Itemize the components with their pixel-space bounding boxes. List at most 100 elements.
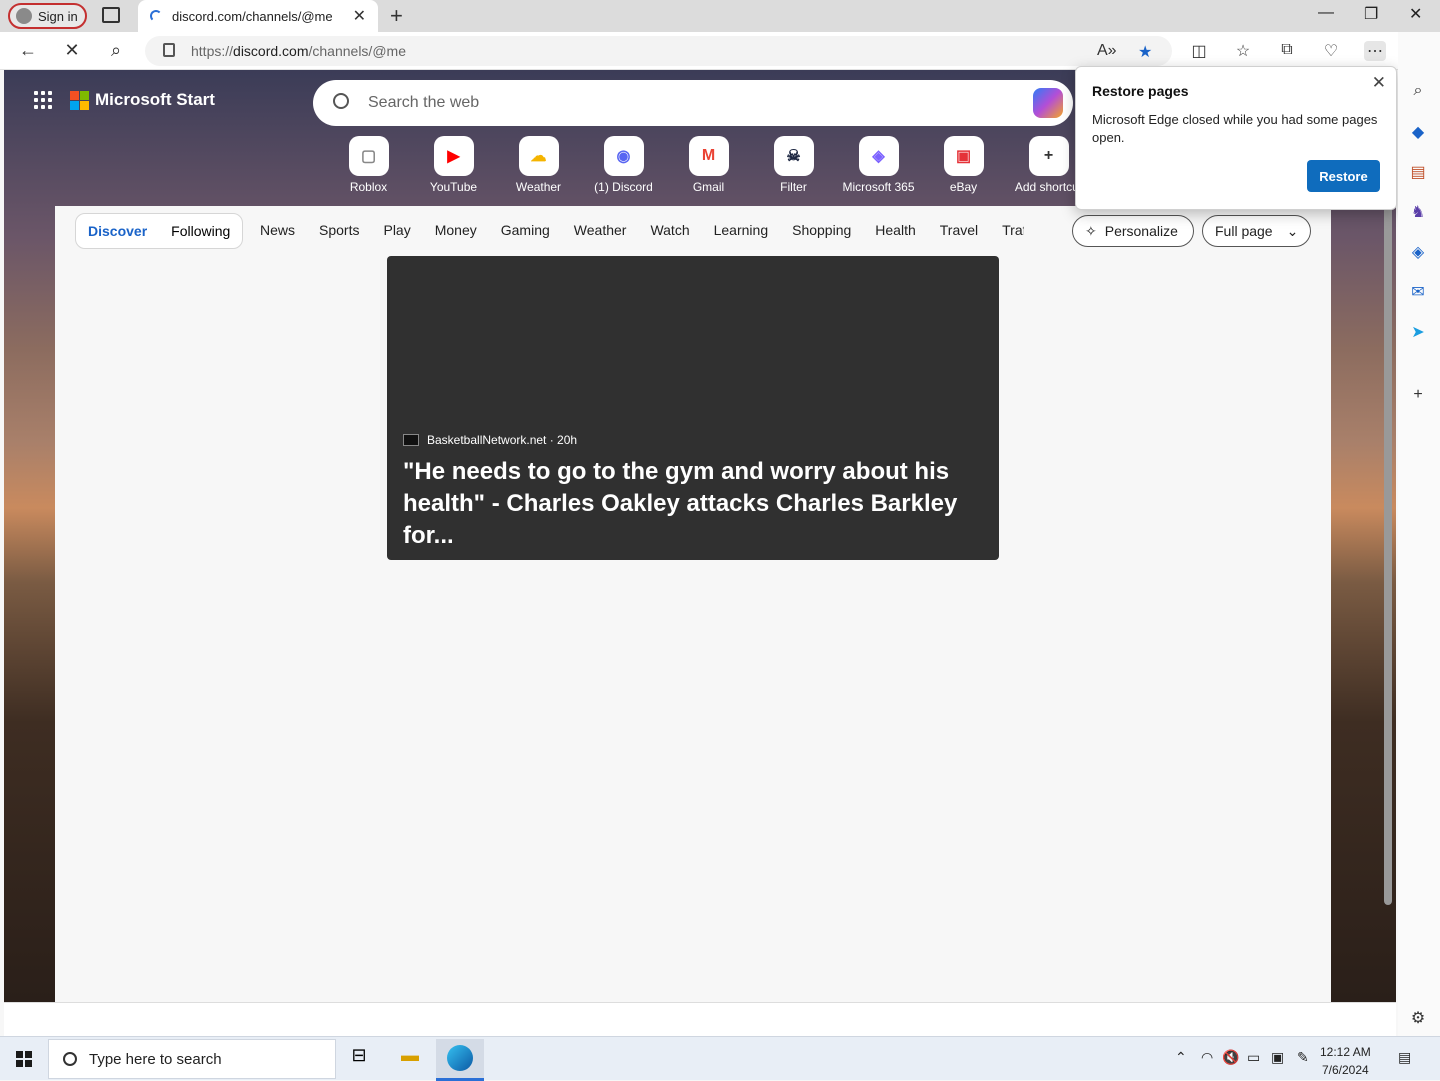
tools-icon[interactable]: ▤: [1408, 162, 1428, 182]
category-health[interactable]: Health: [875, 222, 915, 238]
category-travel[interactable]: Travel: [940, 222, 978, 238]
address-bar[interactable]: https://discord.com/channels/@me A» ★: [145, 36, 1172, 66]
sidebar-settings-icon[interactable]: ⚙: [1408, 1008, 1428, 1028]
edge-taskbar-button[interactable]: [436, 1039, 484, 1081]
category-shopping[interactable]: Shopping: [792, 222, 851, 238]
send-icon[interactable]: ➤: [1408, 322, 1428, 342]
page-footer-strip: [4, 1002, 1396, 1036]
browser-essentials-icon[interactable]: ♡: [1320, 41, 1342, 61]
layout-dropdown[interactable]: Full page ⌄: [1202, 215, 1311, 247]
restore-window-button[interactable]: ❐: [1364, 4, 1378, 24]
shortcut-tile[interactable]: ☠ Filter: [751, 136, 836, 194]
filter-icon: ☠: [773, 136, 814, 176]
stop-loading-button[interactable]: ✕: [60, 40, 84, 61]
windows-start-icon[interactable]: [16, 1051, 32, 1067]
edge-icon: [447, 1045, 473, 1071]
category-traffi[interactable]: Traffi: [1002, 222, 1024, 238]
new-tab-button[interactable]: +: [390, 3, 403, 29]
news-headline[interactable]: "He needs to go to the gym and worry abo…: [403, 456, 983, 552]
m365-icon: ◈: [858, 136, 899, 176]
meet-icon[interactable]: ▣: [1271, 1049, 1284, 1066]
personalize-button[interactable]: ✧ Personalize: [1072, 215, 1194, 247]
copilot-search-icon[interactable]: [1033, 88, 1063, 118]
lock-icon[interactable]: [163, 43, 175, 57]
tab-close-icon[interactable]: ✕: [353, 6, 366, 26]
news-card[interactable]: BasketballNetwork.net · 20h "He needs to…: [387, 256, 999, 560]
favorites-icon[interactable]: ☆: [1232, 41, 1254, 61]
collections-icon[interactable]: ⧉: [1276, 41, 1298, 59]
tab-discover[interactable]: Discover: [88, 223, 147, 239]
browser-tab[interactable]: discord.com/channels/@me ✕: [138, 0, 378, 32]
battery-icon[interactable]: ▭: [1247, 1049, 1260, 1066]
category-watch[interactable]: Watch: [650, 222, 689, 238]
weather-icon: ☁: [518, 136, 559, 176]
task-view-icon[interactable]: ⊟: [346, 1045, 372, 1071]
favorite-star-icon[interactable]: ★: [1138, 42, 1152, 62]
shortcut-tile[interactable]: ▢ Roblox: [326, 136, 411, 194]
shopping-tag-icon[interactable]: ◆: [1408, 122, 1428, 142]
search-icon[interactable]: ⌕: [104, 40, 128, 61]
clock-date: 7/6/2024: [1321, 1063, 1369, 1077]
tab-title: discord.com/channels/@me: [172, 8, 333, 24]
more-menu-icon[interactable]: ⋯: [1364, 41, 1386, 61]
restore-button[interactable]: Restore: [1307, 160, 1380, 192]
url-prefix: https://: [191, 43, 234, 59]
shortcut-tile[interactable]: ◉ (1) Discord: [581, 136, 666, 194]
web-search-input[interactable]: Search the web: [313, 80, 1073, 126]
ms-start-logo[interactable]: Microsoft Start: [70, 90, 215, 110]
minimize-button[interactable]: —: [1318, 4, 1334, 22]
news-source: BasketballNetwork.net · 20h: [403, 433, 577, 447]
read-aloud-icon[interactable]: A»: [1097, 42, 1117, 60]
add-sidebar-app-icon[interactable]: +: [1408, 386, 1428, 406]
shortcut-tile[interactable]: ▣ eBay: [921, 136, 1006, 194]
app-launcher-icon[interactable]: [34, 91, 52, 109]
category-news[interactable]: News: [260, 222, 295, 238]
category-sports[interactable]: Sports: [319, 222, 359, 238]
close-window-button[interactable]: ✕: [1409, 4, 1422, 24]
brand-name: Microsoft Start: [95, 90, 215, 109]
category-learning[interactable]: Learning: [714, 222, 769, 238]
split-screen-icon[interactable]: ◫: [1188, 41, 1210, 61]
games-icon[interactable]: ♞: [1408, 202, 1428, 222]
system-clock[interactable]: 12:12 AM 7/6/2024: [1320, 1043, 1371, 1079]
close-icon[interactable]: ✕: [1372, 73, 1386, 93]
notifications-icon[interactable]: ▤: [1398, 1049, 1411, 1066]
shortcut-tile[interactable]: ▶ YouTube: [411, 136, 496, 194]
dialog-message: Microsoft Edge closed while you had some…: [1092, 112, 1378, 145]
shortcut-tile[interactable]: ☁ Weather: [496, 136, 581, 194]
tab-following[interactable]: Following: [171, 223, 230, 239]
page-scrollbar[interactable]: [1384, 205, 1392, 905]
youtube-icon: ▶: [433, 136, 474, 176]
category-play[interactable]: Play: [383, 222, 410, 238]
back-button[interactable]: ←: [16, 40, 40, 61]
category-weather[interactable]: Weather: [574, 222, 627, 238]
feed-panel: Discover Following News Sports Play Money Ga…: [55, 206, 1331, 1002]
shortcut-label: Weather: [515, 180, 562, 194]
taskbar-search-input[interactable]: Type here to search: [48, 1039, 336, 1079]
category-nav: News Sports Play Money Gaming Weather Watch Lea…: [260, 222, 1024, 238]
m365-icon[interactable]: ◈: [1408, 242, 1428, 262]
shortcuts-row: ▢ Roblox ▶ YouTube ☁ Weather ◉ (1) Discord M Gmai…: [326, 136, 1091, 194]
show-hidden-icons-icon[interactable]: ⌃: [1175, 1049, 1187, 1066]
category-gaming[interactable]: Gaming: [501, 222, 550, 238]
tab-actions-icon[interactable]: [102, 7, 120, 23]
shortcut-label: Microsoft 365: [842, 180, 915, 194]
shortcut-tile[interactable]: ◈ Microsoft 365: [836, 136, 921, 194]
search-icon: [333, 93, 349, 109]
shortcut-label: Gmail: [692, 180, 725, 194]
search-icon[interactable]: ⌕: [1408, 82, 1428, 102]
volume-muted-icon[interactable]: 🔇: [1222, 1049, 1239, 1066]
profile-signin-button[interactable]: Sign in: [8, 3, 87, 29]
shortcut-tile[interactable]: M Gmail: [666, 136, 751, 194]
ms-start-header: Microsoft Start: [34, 90, 215, 110]
sparkle-icon: ✧: [1085, 222, 1097, 239]
profile-avatar-icon: [16, 8, 32, 24]
plus-icon: +: [1028, 136, 1069, 176]
pen-icon[interactable]: ✎: [1297, 1049, 1309, 1066]
tab-bar: Sign in discord.com/channels/@me ✕ + — ❐…: [0, 0, 1440, 32]
discord-icon: ◉: [603, 136, 644, 176]
category-money[interactable]: Money: [435, 222, 477, 238]
file-explorer-icon[interactable]: ▬: [397, 1045, 423, 1071]
network-icon[interactable]: ◠: [1201, 1049, 1213, 1066]
outlook-icon[interactable]: ✉: [1408, 282, 1428, 302]
